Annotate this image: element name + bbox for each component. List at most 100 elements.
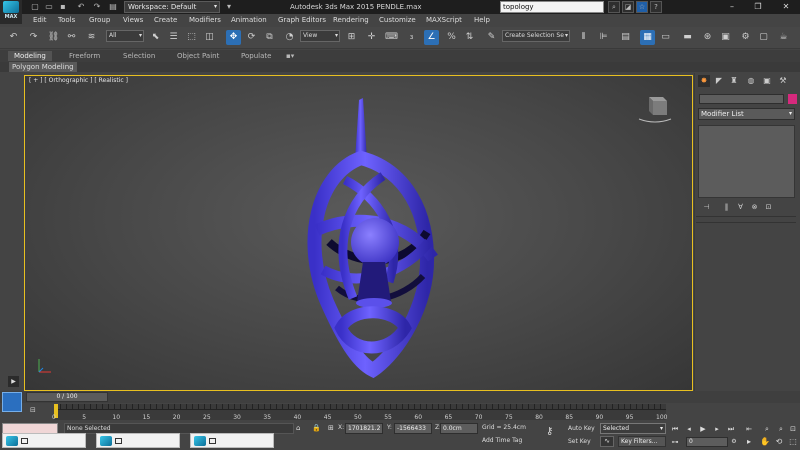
auto-key-button[interactable]: Auto Key [568,423,598,434]
named-selection-sets-select[interactable]: Create Selection Se ▾ [502,30,570,42]
snaps-toggle-icon[interactable]: ₃ [404,30,419,45]
menu-animation[interactable]: Animation [231,15,267,25]
select-and-place-icon[interactable]: ◔ [282,30,297,45]
zoom-extents-icon[interactable]: ⊡ [788,424,798,434]
hierarchy-tab-icon[interactable]: ♜ [728,75,740,87]
communication-center-icon[interactable]: ◪ [622,1,634,13]
make-unique-icon[interactable]: ∀ [736,203,745,212]
create-tab-icon[interactable]: ✸ [698,75,710,87]
maximize-icon[interactable]: ❐ [748,0,768,14]
maximize-viewport-icon[interactable]: ⬚ [788,436,798,447]
select-and-link-icon[interactable]: ⛓ [46,30,61,45]
save-file-icon[interactable]: ▪ [58,2,68,12]
redo-icon[interactable]: ↷ [26,30,41,45]
absolute-mode-icon[interactable]: ⊞ [328,424,334,432]
next-frame-icon[interactable]: ▸ [712,424,722,434]
mini-curve-editor-icon[interactable] [2,392,22,412]
current-frame-field[interactable]: 0 [686,437,728,447]
configure-modifier-sets-icon[interactable]: ⊡ [764,203,773,212]
unlink-icon[interactable]: ⚯ [64,30,79,45]
rendered-frame-window-icon[interactable]: ▢ [756,30,771,45]
default-in-out-tangents-icon[interactable]: ⊶ [670,437,680,447]
menu-graph-editors[interactable]: Graph Editors [278,15,326,25]
rectangular-selection-icon[interactable]: ⬚ [184,30,199,45]
spinner-snap-toggle-icon[interactable]: ⇅ [462,30,477,45]
menu-group[interactable]: Group [89,15,110,25]
pin-stack-icon[interactable]: ⊣ [702,203,711,212]
bind-to-space-warp-icon[interactable]: ≋ [84,30,99,45]
time-configuration-icon[interactable]: ⚙ [730,437,738,447]
z-coordinate-field[interactable]: 0.0cm [440,423,478,434]
help-icon[interactable]: ? [650,1,662,13]
field-of-view-icon[interactable]: ▸ [744,436,754,447]
close-icon[interactable]: ✕ [776,0,796,14]
quick-access-dropdown-icon[interactable]: ▾ [224,2,234,12]
search-input[interactable]: topology [500,1,604,13]
taskbar-window-thumbnail[interactable] [96,433,180,448]
expand-viewport-layout-icon[interactable]: ▶ [8,376,19,387]
pendant-3d-model[interactable] [287,92,447,378]
menu-views[interactable]: Views [123,15,143,25]
render-production-icon[interactable]: ☕ [776,30,791,45]
object-name-field[interactable] [699,94,784,104]
isolate-selection-icon[interactable]: ⌂ [296,424,300,432]
tab-selection[interactable]: Selection [123,51,155,61]
go-to-end-icon[interactable]: ⏭ [726,424,736,434]
toggle-ribbon-icon[interactable]: ▭ [658,30,673,45]
minimize-icon[interactable]: – [722,0,742,14]
undo-icon[interactable]: ↶ [6,30,21,45]
select-by-name-icon[interactable]: ☰ [166,30,181,45]
undo-icon[interactable]: ↶ [76,2,86,12]
app-logo[interactable]: MAX [0,0,22,24]
modifier-stack-list[interactable] [698,125,795,198]
taskbar-window-thumbnail[interactable] [2,433,86,448]
favorites-icon[interactable]: ☆ [636,1,648,13]
orbit-icon[interactable]: ⟲ [774,436,784,447]
reference-coordinate-select[interactable]: View ▾ [300,30,340,42]
menu-edit[interactable]: Edit [33,15,47,25]
ribbon-panel-polygon-modeling[interactable]: Polygon Modeling [9,62,77,72]
object-color-swatch[interactable] [788,94,797,104]
menu-tools[interactable]: Tools [58,15,75,25]
key-icon[interactable]: ⚷ [546,426,553,437]
modify-tab-icon[interactable]: ◤ [713,75,725,87]
x-coordinate-field[interactable]: 1701821.2 [345,423,383,434]
go-to-start-icon[interactable]: ⏮ [670,424,680,434]
select-and-manipulate-icon[interactable]: ✛ [364,30,379,45]
use-pivot-point-center-icon[interactable]: ⊞ [344,30,359,45]
workspace-select[interactable]: Workspace: Default ▾ [124,1,220,13]
time-slider[interactable]: 0 / 100 [26,392,108,402]
key-filters-button[interactable]: Key Filters... [618,436,666,447]
open-mini-curve-editor-icon[interactable]: ⊟ [30,406,44,416]
select-and-move-icon[interactable]: ✥ [226,30,241,45]
tab-freeform[interactable]: Freeform [69,51,100,61]
viewcube-icon[interactable] [637,93,673,123]
menu-customize[interactable]: Customize [379,15,416,25]
menu-maxscript[interactable]: MAXScript [426,15,462,25]
utilities-tab-icon[interactable]: ⚒ [777,75,789,87]
toggle-layer-explorer-icon[interactable]: ▦ [640,30,655,45]
toggle-scene-explorer-icon[interactable]: ▤ [618,30,633,45]
add-time-tag-button[interactable]: Add Time Tag [482,437,522,444]
edit-named-selection-sets-icon[interactable]: ✎ [484,30,499,45]
tab-populate[interactable]: Populate [241,51,271,61]
y-coordinate-field[interactable]: -1566433 [394,423,432,434]
percent-snap-toggle-icon[interactable]: % [444,30,459,45]
project-folder-icon[interactable]: ▤ [108,2,118,12]
select-and-rotate-icon[interactable]: ⟳ [244,30,259,45]
curve-editor-icon[interactable]: ▬ [680,30,695,45]
material-editor-icon[interactable]: ▣ [718,30,733,45]
tab-object-paint[interactable]: Object Paint [177,51,219,61]
modifier-list-select[interactable]: Modifier List ▾ [698,108,795,120]
menu-create[interactable]: Create [154,15,177,25]
redo-icon[interactable]: ↷ [92,2,102,12]
key-mode-toggle-icon[interactable]: ⇤ [744,424,754,434]
display-tab-icon[interactable]: ▣ [761,75,773,87]
tab-modeling[interactable]: Modeling [8,51,52,61]
pan-view-icon[interactable]: ✋ [760,436,770,447]
align-icon[interactable]: ⊫ [596,30,611,45]
render-setup-icon[interactable]: ⚙ [738,30,753,45]
selection-filter-select[interactable]: All ▾ [106,30,144,42]
key-mode-select[interactable]: Selected ▾ [600,423,666,434]
previous-frame-icon[interactable]: ◂ [684,424,694,434]
